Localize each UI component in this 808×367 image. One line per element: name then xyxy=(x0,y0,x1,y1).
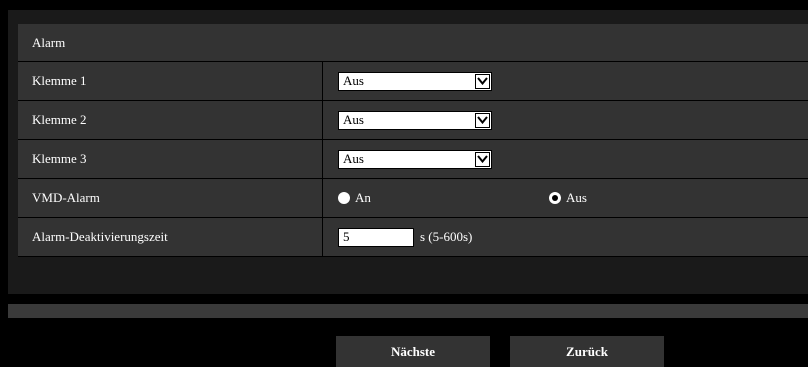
chevron-down-icon[interactable] xyxy=(475,73,490,89)
chevron-down-icon[interactable] xyxy=(475,112,490,128)
vmd-off-label: Aus xyxy=(566,190,587,205)
vmd-on-label: An xyxy=(355,190,371,205)
vmd-alarm-label: VMD-Alarm xyxy=(18,179,323,217)
radio-unselected-icon[interactable] xyxy=(338,192,350,204)
klemme-1-value: Aus xyxy=(343,73,364,88)
klemme-2-row: Klemme 2 Aus xyxy=(18,101,808,140)
section-header: Alarm xyxy=(18,24,808,62)
deactivation-time-row: Alarm-Deaktivierungszeit 5 s (5-600s) xyxy=(18,218,808,257)
klemme-3-select[interactable]: Aus xyxy=(338,149,492,169)
klemme-2-select[interactable]: Aus xyxy=(338,110,492,130)
klemme-3-value: Aus xyxy=(343,151,364,166)
back-button[interactable]: Zurück xyxy=(510,336,664,367)
alarm-settings-table: Alarm Klemme 1 Aus Klemme 2 Aus Klemme 3… xyxy=(18,24,808,257)
deactivation-time-label: Alarm-Deaktivierungszeit xyxy=(18,218,323,256)
klemme-3-row: Klemme 3 Aus xyxy=(18,140,808,179)
next-button[interactable]: Nächste xyxy=(336,336,490,367)
klemme-1-label: Klemme 1 xyxy=(18,62,323,100)
chevron-down-icon[interactable] xyxy=(475,151,490,167)
radio-selected-icon[interactable] xyxy=(549,192,561,204)
klemme-2-label: Klemme 2 xyxy=(18,101,323,139)
klemme-3-label: Klemme 3 xyxy=(18,140,323,178)
klemme-1-row: Klemme 1 Aus xyxy=(18,62,808,101)
klemme-1-select[interactable]: Aus xyxy=(338,71,492,91)
section-title: Alarm xyxy=(32,34,66,50)
deactivation-time-input[interactable]: 5 xyxy=(338,227,414,247)
vmd-alarm-row: VMD-Alarm An Aus xyxy=(18,179,808,218)
vmd-on-radio[interactable]: An xyxy=(338,190,371,206)
settings-panel: Alarm Klemme 1 Aus Klemme 2 Aus Klemme 3… xyxy=(8,10,808,294)
deactivation-time-unit: s (5-600s) xyxy=(420,229,473,244)
klemme-2-value: Aus xyxy=(343,112,364,127)
vmd-off-radio[interactable]: Aus xyxy=(549,190,587,206)
divider-bar xyxy=(8,304,808,318)
